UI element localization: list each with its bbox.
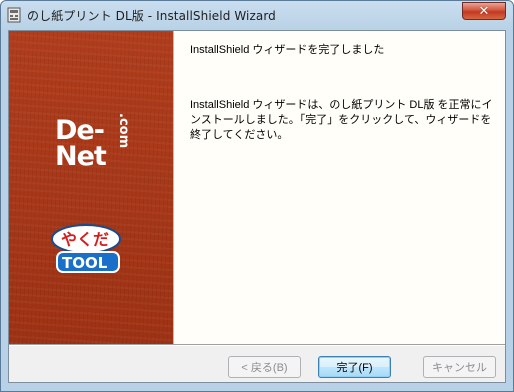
- close-button[interactable]: ✕: [462, 2, 506, 20]
- installer-window: のし紙プリント DL版 - InstallShield Wizard ✕ De-…: [0, 0, 514, 392]
- cancel-button[interactable]: キャンセル: [423, 356, 496, 378]
- yakuda-tool-logo: やくだ TOOL: [51, 224, 121, 273]
- denet-logo: De- Net .com: [55, 113, 131, 172]
- side-banner: De- Net .com やくだ TOOL: [9, 31, 173, 344]
- finish-button[interactable]: 完了(F): [318, 356, 391, 378]
- completion-heading: InstallShield ウィザードを完了しました: [190, 44, 385, 56]
- svg-text:.com: .com: [116, 113, 131, 148]
- title-bar[interactable]: のし紙プリント DL版 - InstallShield Wizard ✕: [1, 1, 513, 29]
- svg-text:TOOL: TOOL: [62, 254, 108, 272]
- svg-text:Net: Net: [55, 141, 107, 172]
- completion-message: InstallShield ウィザードは、のし紙プリント DL版 を正常にインス…: [190, 99, 493, 141]
- back-button[interactable]: < 戻る(B): [228, 356, 301, 378]
- content-panel: InstallShield ウィザードを完了しました InstallShield…: [173, 31, 505, 344]
- close-icon: ✕: [478, 3, 490, 19]
- installer-icon: [7, 7, 21, 23]
- window-title: のし紙プリント DL版 - InstallShield Wizard: [27, 9, 276, 23]
- svg-text:やくだ: やくだ: [61, 230, 109, 249]
- wizard-client-area: De- Net .com やくだ TOOL InstallShield ウィザー…: [8, 30, 506, 383]
- banner-graphics: De- Net .com やくだ TOOL: [51, 113, 131, 273]
- button-separator: [9, 344, 505, 346]
